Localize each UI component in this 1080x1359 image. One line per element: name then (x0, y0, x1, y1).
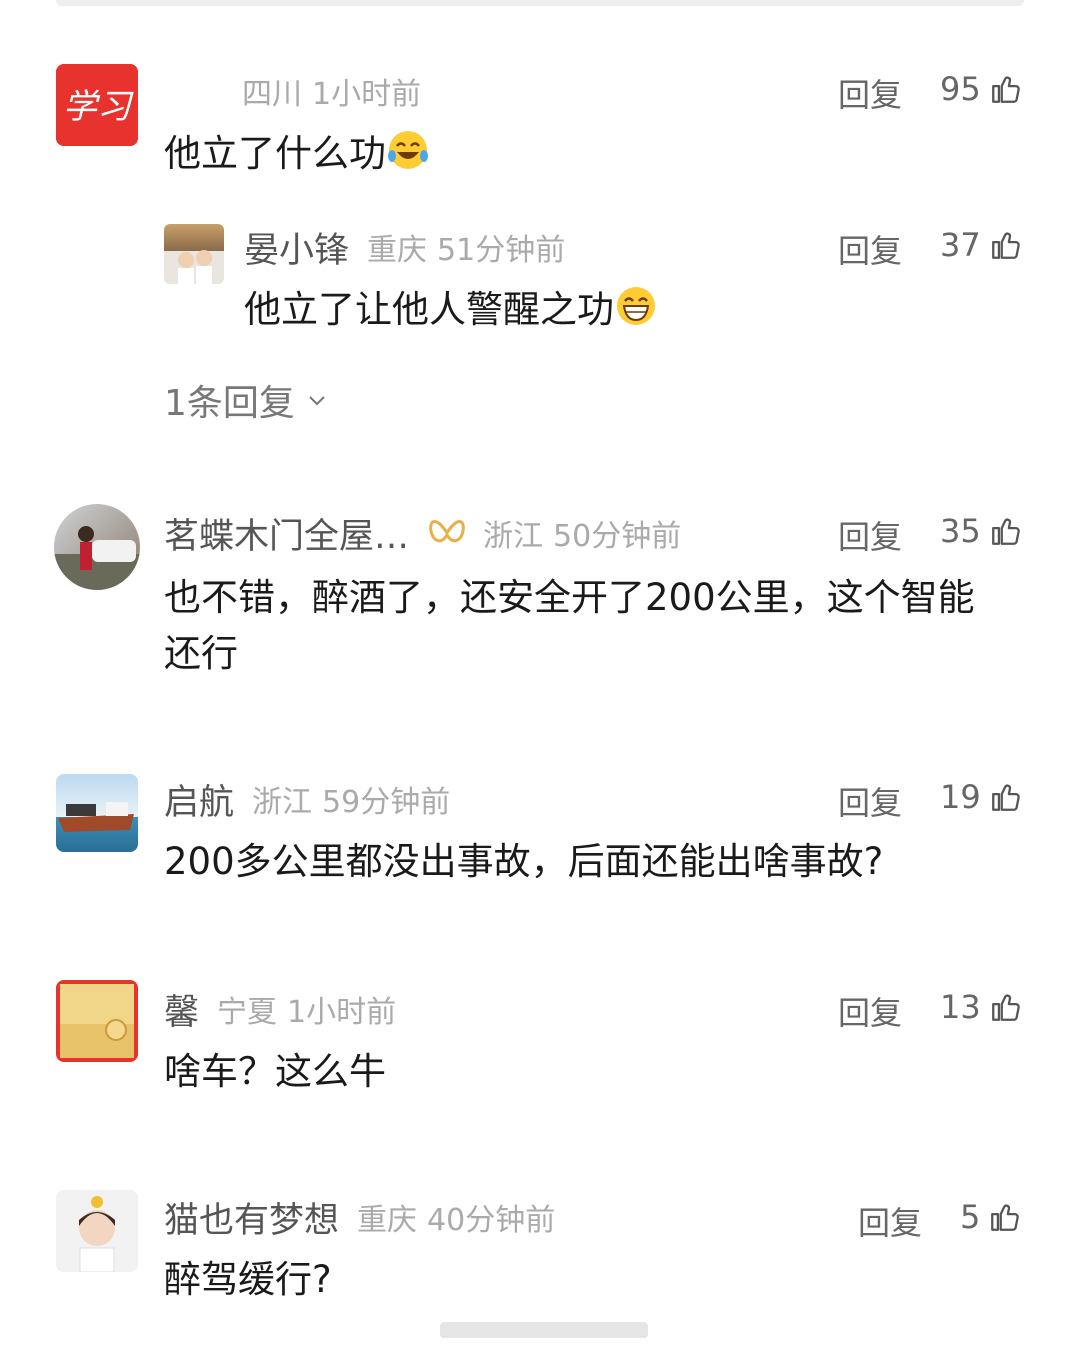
previous-card-edge (56, 0, 1024, 6)
comment-text: 也不错，醉酒了，还安全开了200公里，这个智能还行 (164, 576, 975, 675)
avatar-photo (56, 1190, 138, 1272)
avatar-photo (54, 526, 140, 590)
thumbs-up-icon (991, 1204, 1020, 1231)
comment-meta: 馨 宁夏 1小时前 (164, 984, 406, 1034)
avatar-photo (178, 250, 212, 284)
username[interactable]: 馨 (164, 984, 199, 1035)
comment-body: 他立了什么功 (164, 132, 386, 175)
comment-text: 他立了什么功 (164, 126, 1014, 182)
comment-text: 醉驾缓行? (164, 1258, 332, 1301)
xuexi-logo-icon: 学习 (56, 64, 138, 146)
thumbs-up-icon (991, 518, 1020, 545)
location: 宁夏 (217, 995, 278, 1030)
thumbs-up-icon (991, 784, 1020, 811)
timestamp: 1小时前 (287, 995, 397, 1030)
like-button[interactable]: 35 (940, 512, 1023, 550)
comment-meta: 猫也有梦想 重庆 40分钟前 (164, 1192, 565, 1242)
comment-text: 啥车？这么牛 (164, 1050, 386, 1093)
comment-meta: 茗蝶木门全屋… 浙江 50分钟前 (164, 508, 691, 558)
thumbs-up-icon (991, 232, 1020, 259)
location: 浙江 (483, 519, 544, 554)
avatar[interactable] (56, 774, 138, 852)
avatar-photo (60, 984, 134, 1058)
avatar[interactable] (164, 224, 224, 284)
like-count: 13 (940, 988, 981, 1026)
reply-meta: 晏小锋 重庆 51分钟前 (244, 222, 575, 272)
reply-button[interactable]: 回复 (838, 70, 902, 116)
thumbs-up-icon (991, 994, 1020, 1021)
comment-meta: 四川 1小时前 (224, 66, 431, 116)
bottom-scroll-indicator (440, 1322, 648, 1338)
username[interactable]: 猫也有梦想 (164, 1192, 339, 1243)
reply-button[interactable]: 回复 (858, 1198, 922, 1244)
chevron-down-icon (309, 396, 325, 406)
tears-of-joy-emoji (388, 131, 428, 169)
butterfly-badge-icon (427, 515, 467, 551)
timestamp: 59分钟前 (322, 785, 451, 820)
thumbs-up-icon (991, 76, 1020, 103)
expand-replies-link[interactable]: 1条回复 (164, 374, 329, 426)
location: 四川 (242, 77, 302, 112)
like-button[interactable]: 13 (940, 988, 1023, 1026)
grinning-emoji (617, 287, 655, 325)
location: 重庆 (367, 233, 428, 268)
like-count: 19 (940, 778, 981, 816)
like-button[interactable]: 37 (940, 226, 1023, 264)
like-button[interactable]: 19 (940, 778, 1023, 816)
timestamp: 1小时前 (312, 77, 422, 112)
avatar[interactable]: 学习 (56, 64, 138, 146)
like-count: 5 (960, 1198, 981, 1236)
avatar[interactable] (56, 980, 138, 1062)
username[interactable]: 启航 (164, 774, 234, 825)
reply-body: 他立了让他人警醒之功 (244, 288, 614, 331)
more-replies-label: 1条回复 (164, 383, 295, 424)
reply-button[interactable]: 回复 (838, 512, 902, 558)
reply-button[interactable]: 回复 (838, 988, 902, 1034)
reply-button[interactable]: 回复 (838, 778, 902, 824)
avatar[interactable] (56, 1190, 138, 1272)
like-count: 95 (940, 70, 981, 108)
like-button[interactable]: 95 (940, 70, 1023, 108)
like-button[interactable]: 5 (960, 1198, 1022, 1236)
timestamp: 40分钟前 (427, 1203, 556, 1238)
username[interactable]: 晏小锋 (244, 222, 349, 273)
like-count: 35 (940, 512, 981, 550)
avatar[interactable] (54, 504, 140, 590)
reply-button[interactable]: 回复 (838, 226, 902, 272)
avatar-photo (58, 802, 134, 832)
like-count: 37 (940, 226, 981, 264)
username[interactable]: 茗蝶木门全屋… (164, 508, 409, 559)
timestamp: 51分钟前 (437, 233, 566, 268)
comment-meta: 启航 浙江 59分钟前 (164, 774, 460, 824)
location: 浙江 (252, 785, 313, 820)
comment-text: 200多公里都没出事故，后面还能出啥事故? (164, 840, 884, 883)
svg-text:学习: 学习 (63, 87, 134, 127)
location: 重庆 (357, 1203, 418, 1238)
reply-text: 他立了让他人警醒之功 (244, 282, 1004, 338)
timestamp: 50分钟前 (553, 519, 682, 554)
